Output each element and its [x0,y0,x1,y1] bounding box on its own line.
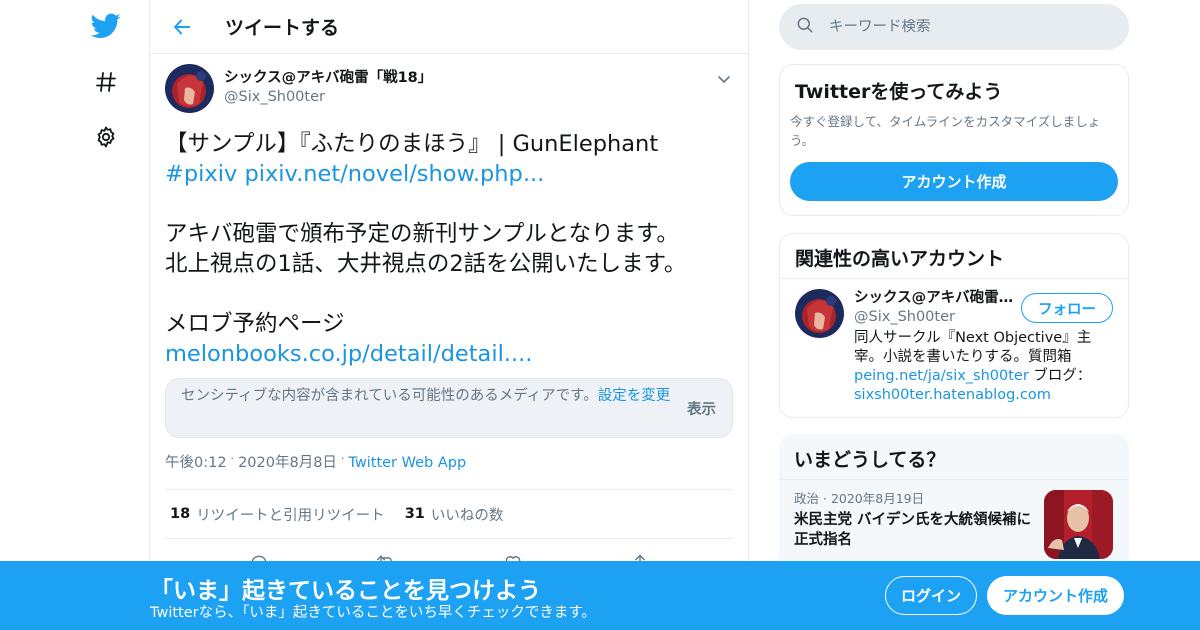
tweet-paragraph: アキバ砲雷で頒布予定の新刊サンプルとなります。 北上視点の1話、大井視点の2話を… [165,221,687,277]
tweet-text-line1: 【サンプル】『ふたりのまほう』 | GunElephant [165,131,659,157]
tweet: シックス@アキバ砲雷「戦18」 @Six_Sh00ter 【サンプル】『ふたりの… [150,54,748,575]
trend-item[interactable]: 政治 · 2020年8月19日 米民主党 バイデン氏を大統領候補に正式指名 [779,480,1129,560]
banner-title: 「いま」起きていることを見つけよう [150,578,541,604]
signup-card-title: Twitterを使ってみよう [795,81,1003,103]
trends-card: いまどうしてる？ 政治 · 2020年8月19日 米民主党 バイデン氏を大統領候… [779,434,1129,574]
login-button[interactable]: ログイン [885,576,977,615]
page-title: ツイートする [225,17,340,39]
left-nav [0,0,150,630]
author-name: シックス@アキバ砲雷「戦18」 [224,70,433,86]
search-input[interactable] [829,19,1089,35]
banner-subtitle: Twitterなら、「いま」起きていることをいち早くチェックできます。 [150,605,596,621]
hashtag-icon[interactable] [90,66,122,98]
twitter-bird-icon[interactable] [90,10,122,42]
retweet-label[interactable]: リツイートと引用リツイート [196,504,385,525]
like-count[interactable]: 31 [405,506,425,522]
trend-thumbnail [1044,490,1113,559]
trend-headline: 米民主党 バイデン氏を大統領候補に正式指名 [794,512,1032,548]
melonbooks-link[interactable]: melonbooks.co.jp/detail/detail.... [165,341,532,367]
tweet-paragraph: メロブ予約ページ [165,311,345,337]
avatar[interactable] [795,289,844,338]
bio-text: 同人サークル『Next Objective』主宰。小説を書いたりする。質問箱 [854,330,1092,365]
search-box[interactable] [779,4,1129,50]
trends-card-title: いまどうしてる？ [794,449,946,471]
signup-button[interactable]: アカウント作成 [987,576,1124,615]
main-column: ツイートする シックス@アキバ砲雷「戦18」 @Six_Sh00ter 【サンプ… [149,0,749,630]
tweet-body: 【サンプル】『ふたりのまほう』 | GunElephant #pixiv pix… [165,129,733,369]
follow-button[interactable]: フォロー [1021,293,1113,323]
related-account-handle: @Six_Sh00ter [854,309,955,325]
like-label[interactable]: いいねの数 [431,504,504,525]
change-settings-link[interactable]: 設定を変更 [598,388,671,404]
trend-category: 政治 [794,491,820,506]
pixiv-link[interactable]: pixiv.net/novel/show.php... [244,161,544,187]
peing-link[interactable]: peing.net/ja/six_sh00ter [854,368,1029,384]
signup-card: Twitterを使ってみよう 今すぐ登録して、タイムラインをカスタマイズしましょ… [779,64,1129,216]
tweet-stats: 18 リツイートと引用リツイート 31 いいねの数 [165,489,733,539]
page-header: ツイートする [150,0,748,54]
create-account-button[interactable]: アカウント作成 [790,162,1118,201]
bottom-banner: 「いま」起きていることを見つけよう Twitterなら、「いま」起きていることを… [0,561,1200,630]
bio-text: ブログ： [1028,368,1092,384]
tweet-source-app[interactable]: Twitter Web App [348,455,466,471]
avatar[interactable] [165,64,214,113]
related-card-title: 関連性の高いアカウント [795,248,1005,270]
retweet-count[interactable]: 18 [170,506,190,522]
related-accounts-card: 関連性の高いアカウント シックス@アキバ砲雷「戦18」 @Six_Sh00ter… [779,233,1129,418]
chevron-down-icon[interactable] [714,70,734,90]
related-account[interactable]: シックス@アキバ砲雷「戦18」 @Six_Sh00ter フォロー 同人サークル… [780,279,1128,415]
signup-card-description: 今すぐ登録して、タイムラインをカスタマイズしましょう。 [790,114,1101,148]
trend-date: 2020年8月19日 [830,491,925,506]
right-sidebar: Twitterを使ってみよう 今すぐ登録して、タイムラインをカスタマイズしましょ… [779,0,1129,574]
tweet-meta: 午後0:12 · 2020年8月8日 · Twitter Web App [165,452,467,471]
sensitive-text: センシティブな内容が含まれている可能性のあるメディアです。 [181,388,598,404]
blog-link[interactable]: sixsh00ter.hatenablog.com [854,387,1051,403]
sensitive-media-notice: センシティブな内容が含まれている可能性のあるメディアです。設定を変更 表示 [165,378,733,438]
hashtag-link[interactable]: #pixiv [165,161,237,187]
gear-icon[interactable] [90,121,122,153]
related-account-name: シックス@アキバ砲雷「戦18」 [854,290,1014,306]
show-media-button[interactable]: 表示 [687,398,716,419]
tweet-author[interactable]: シックス@アキバ砲雷「戦18」 @Six_Sh00ter [165,64,733,113]
author-handle: @Six_Sh00ter [224,89,325,105]
arrow-left-icon[interactable] [162,7,202,47]
search-icon [795,15,815,39]
related-account-bio: 同人サークル『Next Objective』主宰。小説を書いたりする。質問箱 pe… [854,329,1114,405]
tweet-time: 午後0:12 [165,455,227,471]
tweet-date[interactable]: 2020年8月8日 [238,455,337,471]
